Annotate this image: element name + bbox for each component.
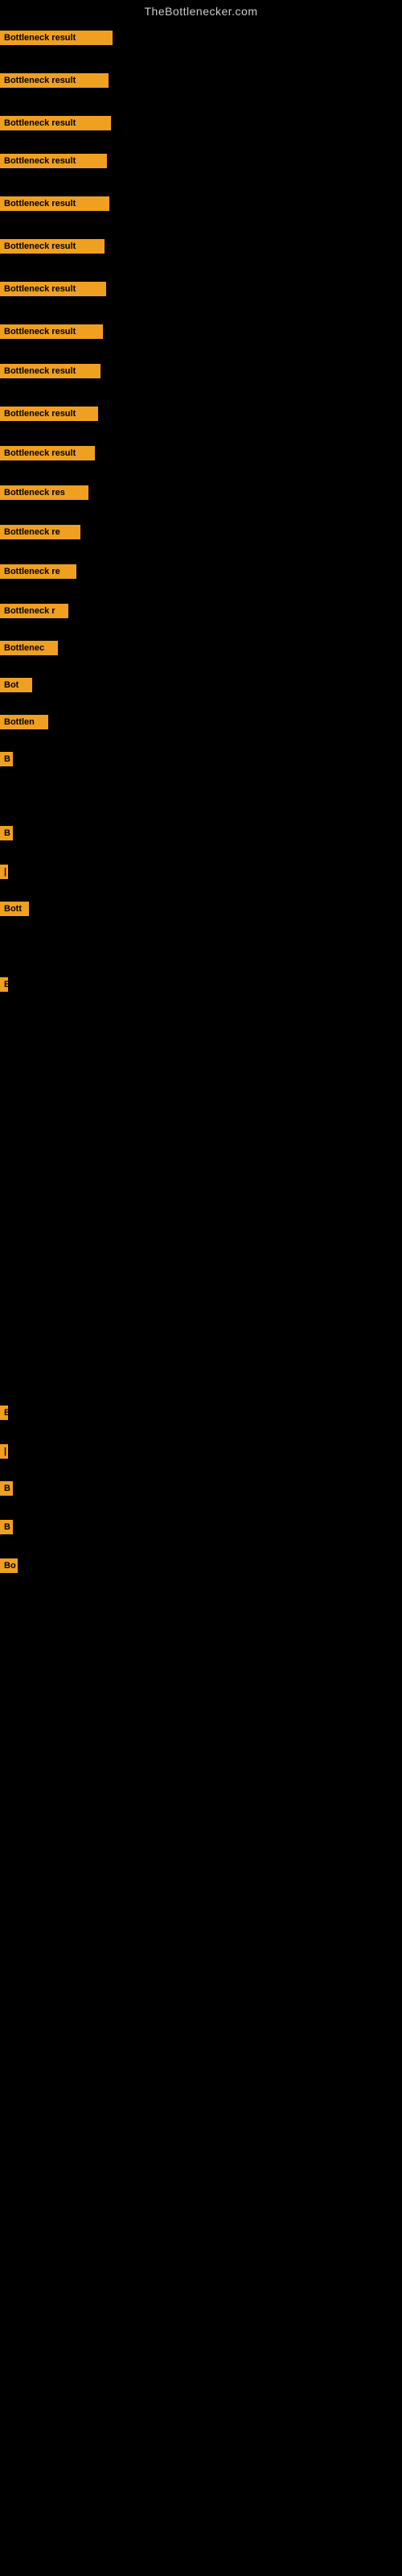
bar-label: Bottleneck result	[0, 31, 113, 45]
bar-label: B	[0, 752, 13, 766]
bar-label: Bottleneck result	[0, 364, 100, 378]
bar-row: Bottleneck r	[0, 604, 68, 618]
bar-row: Bottlenec	[0, 641, 58, 655]
bar-row: Bottleneck result	[0, 154, 107, 168]
bar-row: Bottleneck result	[0, 73, 109, 88]
bar-label: Bottleneck result	[0, 282, 106, 296]
bar-label: Bottleneck result	[0, 154, 107, 168]
bar-label: Bottleneck re	[0, 564, 76, 579]
bar-row: Bottleneck result	[0, 282, 106, 296]
bar-label: Bottleneck result	[0, 116, 111, 130]
bar-label: Bottleneck result	[0, 73, 109, 88]
bar-label: Bottlen	[0, 715, 48, 729]
bar-label: Bottleneck result	[0, 446, 95, 460]
bar-row: B	[0, 1520, 13, 1534]
bar-row: |	[0, 865, 8, 879]
site-title: TheBottlenecker.com	[0, 0, 402, 21]
bar-row: Bottleneck res	[0, 485, 88, 500]
bar-label: Bottleneck result	[0, 239, 105, 254]
bar-row: Bottleneck result	[0, 364, 100, 378]
bar-label: Bo	[0, 1558, 18, 1573]
bar-row: Bo	[0, 1558, 18, 1573]
bar-row: Bott	[0, 902, 29, 916]
bar-label: Bottlenec	[0, 641, 58, 655]
bar-row: Bottleneck re	[0, 525, 80, 539]
bar-label: |	[0, 865, 8, 879]
bar-label: Bottleneck result	[0, 407, 98, 421]
bar-label: Bottleneck result	[0, 196, 109, 211]
bar-label: Bott	[0, 902, 29, 916]
bar-row: Bottleneck result	[0, 407, 98, 421]
bar-row: B	[0, 826, 13, 840]
bar-label: Bottleneck re	[0, 525, 80, 539]
bar-row: Bottleneck result	[0, 239, 105, 254]
bar-label: Bottleneck res	[0, 485, 88, 500]
bar-label: Bottleneck result	[0, 324, 103, 339]
bar-row: Bottleneck result	[0, 324, 103, 339]
bar-row: E	[0, 1406, 8, 1420]
bar-row: B	[0, 752, 13, 766]
bar-row: Bottleneck result	[0, 446, 95, 460]
bar-label: E	[0, 977, 8, 992]
bar-label: |	[0, 1444, 8, 1459]
bar-row: Bottleneck result	[0, 116, 111, 130]
bar-row: E	[0, 977, 8, 992]
bar-row: |	[0, 1444, 8, 1459]
bar-row: Bottlen	[0, 715, 48, 729]
bar-row: Bottleneck result	[0, 196, 109, 211]
bar-row: B	[0, 1481, 13, 1496]
bar-row: Bottleneck result	[0, 31, 113, 45]
bar-label: B	[0, 826, 13, 840]
bar-label: B	[0, 1481, 13, 1496]
bar-label: E	[0, 1406, 8, 1420]
bar-label: Bot	[0, 678, 32, 692]
bar-row: Bot	[0, 678, 32, 692]
bar-label: Bottleneck r	[0, 604, 68, 618]
bar-row: Bottleneck re	[0, 564, 76, 579]
bar-label: B	[0, 1520, 13, 1534]
